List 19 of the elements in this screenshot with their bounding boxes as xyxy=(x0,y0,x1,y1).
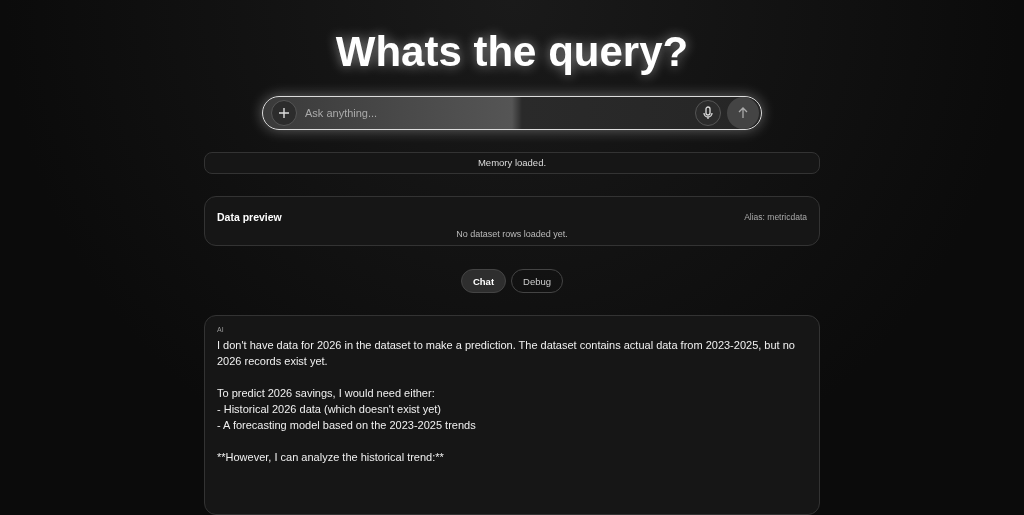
message-text: - Historical 2026 data (which doesn't exist yet) xyxy=(217,402,443,417)
arrow-up-icon xyxy=(737,107,749,119)
alias-label: Alias: metricdata xyxy=(744,211,807,222)
empty-message: No dataset rows loaded yet. xyxy=(455,228,569,239)
add-button[interactable] xyxy=(271,100,297,126)
panel-title: Data preview xyxy=(217,210,282,223)
search-field[interactable]: Ask anything... xyxy=(262,96,762,130)
status-text: Memory loaded. xyxy=(477,157,547,169)
microphone-icon xyxy=(703,106,713,120)
plus-icon xyxy=(278,107,290,119)
message-text: I don't have data for 2026 in the dataset to make a prediction. The dataset contains actual data from 2023-2025, but no 2026 records exist yet. xyxy=(217,338,796,369)
message-text: **However, I can analyze the historical trend:** xyxy=(217,450,445,465)
message-text: - A forecasting model based on the 2023-2025 trends xyxy=(217,418,477,433)
page-title: Whats the query? xyxy=(335,28,689,76)
send-button[interactable] xyxy=(727,97,759,129)
message-text: To predict 2026 savings, I would need either: xyxy=(217,386,436,401)
search-input[interactable]: Ask anything... xyxy=(303,106,689,120)
microphone-button[interactable] xyxy=(695,100,721,126)
tab[interactable]: Chat xyxy=(460,269,507,293)
